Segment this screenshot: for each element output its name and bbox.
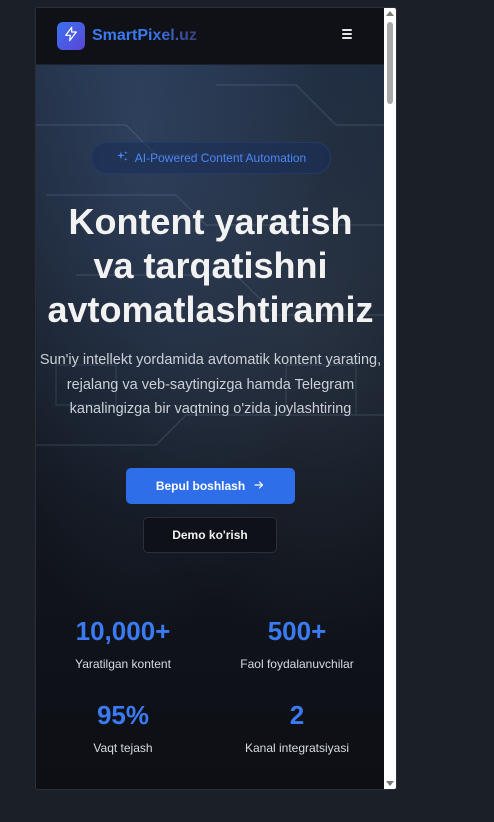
watch-demo-button-label: Demo ko'rish <box>172 528 248 542</box>
sparkles-icon <box>116 150 129 166</box>
start-free-button[interactable]: Bepul boshlash <box>126 468 295 504</box>
hero-title-line-1: Kontent yaratish <box>68 201 353 242</box>
scroll-up-arrow-icon[interactable] <box>386 11 394 16</box>
hamburger-menu-icon[interactable] <box>342 29 352 39</box>
arrow-right-icon <box>253 479 265 494</box>
stat-label: Yaratilgan kontent <box>75 657 171 671</box>
brand-name[interactable]: SmartPixel.uz <box>92 27 197 45</box>
start-free-button-label: Bepul boshlash <box>155 479 246 493</box>
scroll-down-arrow-icon[interactable] <box>386 781 394 786</box>
site-header: SmartPixel.uz <box>36 8 385 65</box>
browser-frame: AI-Powered Content Automation Kontent ya… <box>35 7 397 790</box>
hero-title-line-3: avtomatlashtiramiz <box>47 289 374 330</box>
hero-title-line-2: va tarqatishni <box>93 245 328 286</box>
stat-label: Kanal integratsiyasi <box>244 741 350 755</box>
lightning-bolt-icon <box>63 26 79 47</box>
hero-section: AI-Powered Content Automation Kontent ya… <box>36 65 385 789</box>
stat-value: 2 <box>289 700 305 730</box>
page-viewport: AI-Powered Content Automation Kontent ya… <box>36 8 385 789</box>
watch-demo-button[interactable]: Demo ko'rish <box>143 517 277 553</box>
stat-content-created: 10,000+ Yaratilgan kontent <box>36 616 210 671</box>
logo[interactable] <box>57 22 85 50</box>
stat-channel-integrations: 2 Kanal integratsiyasi <box>210 700 384 755</box>
stat-value: 500+ <box>267 616 327 646</box>
brand-main: SmartPixel <box>92 27 175 44</box>
scroll-thumb[interactable] <box>387 22 393 104</box>
stat-label: Vaqt tejash <box>93 741 153 755</box>
brand-suffix: .uz <box>174 27 197 44</box>
ai-badge: AI-Powered Content Automation <box>91 142 331 174</box>
stat-value: 95% <box>96 700 150 730</box>
stat-time-saved: 95% Vaqt tejash <box>36 700 210 755</box>
hero-subtitle: Sun'iy intellekt yordamida avtomatik kon… <box>39 352 382 417</box>
stat-active-users: 500+ Faol foydalanuvchilar <box>210 616 384 671</box>
badge-label: AI-Powered Content Automation <box>134 151 307 165</box>
stat-value: 10,000+ <box>75 616 171 646</box>
stat-label: Faol foydalanuvchilar <box>240 657 354 671</box>
page-scrollbar[interactable] <box>384 8 396 789</box>
hero-title: Kontent yaratish va tarqatishni avtomatl… <box>36 200 385 332</box>
